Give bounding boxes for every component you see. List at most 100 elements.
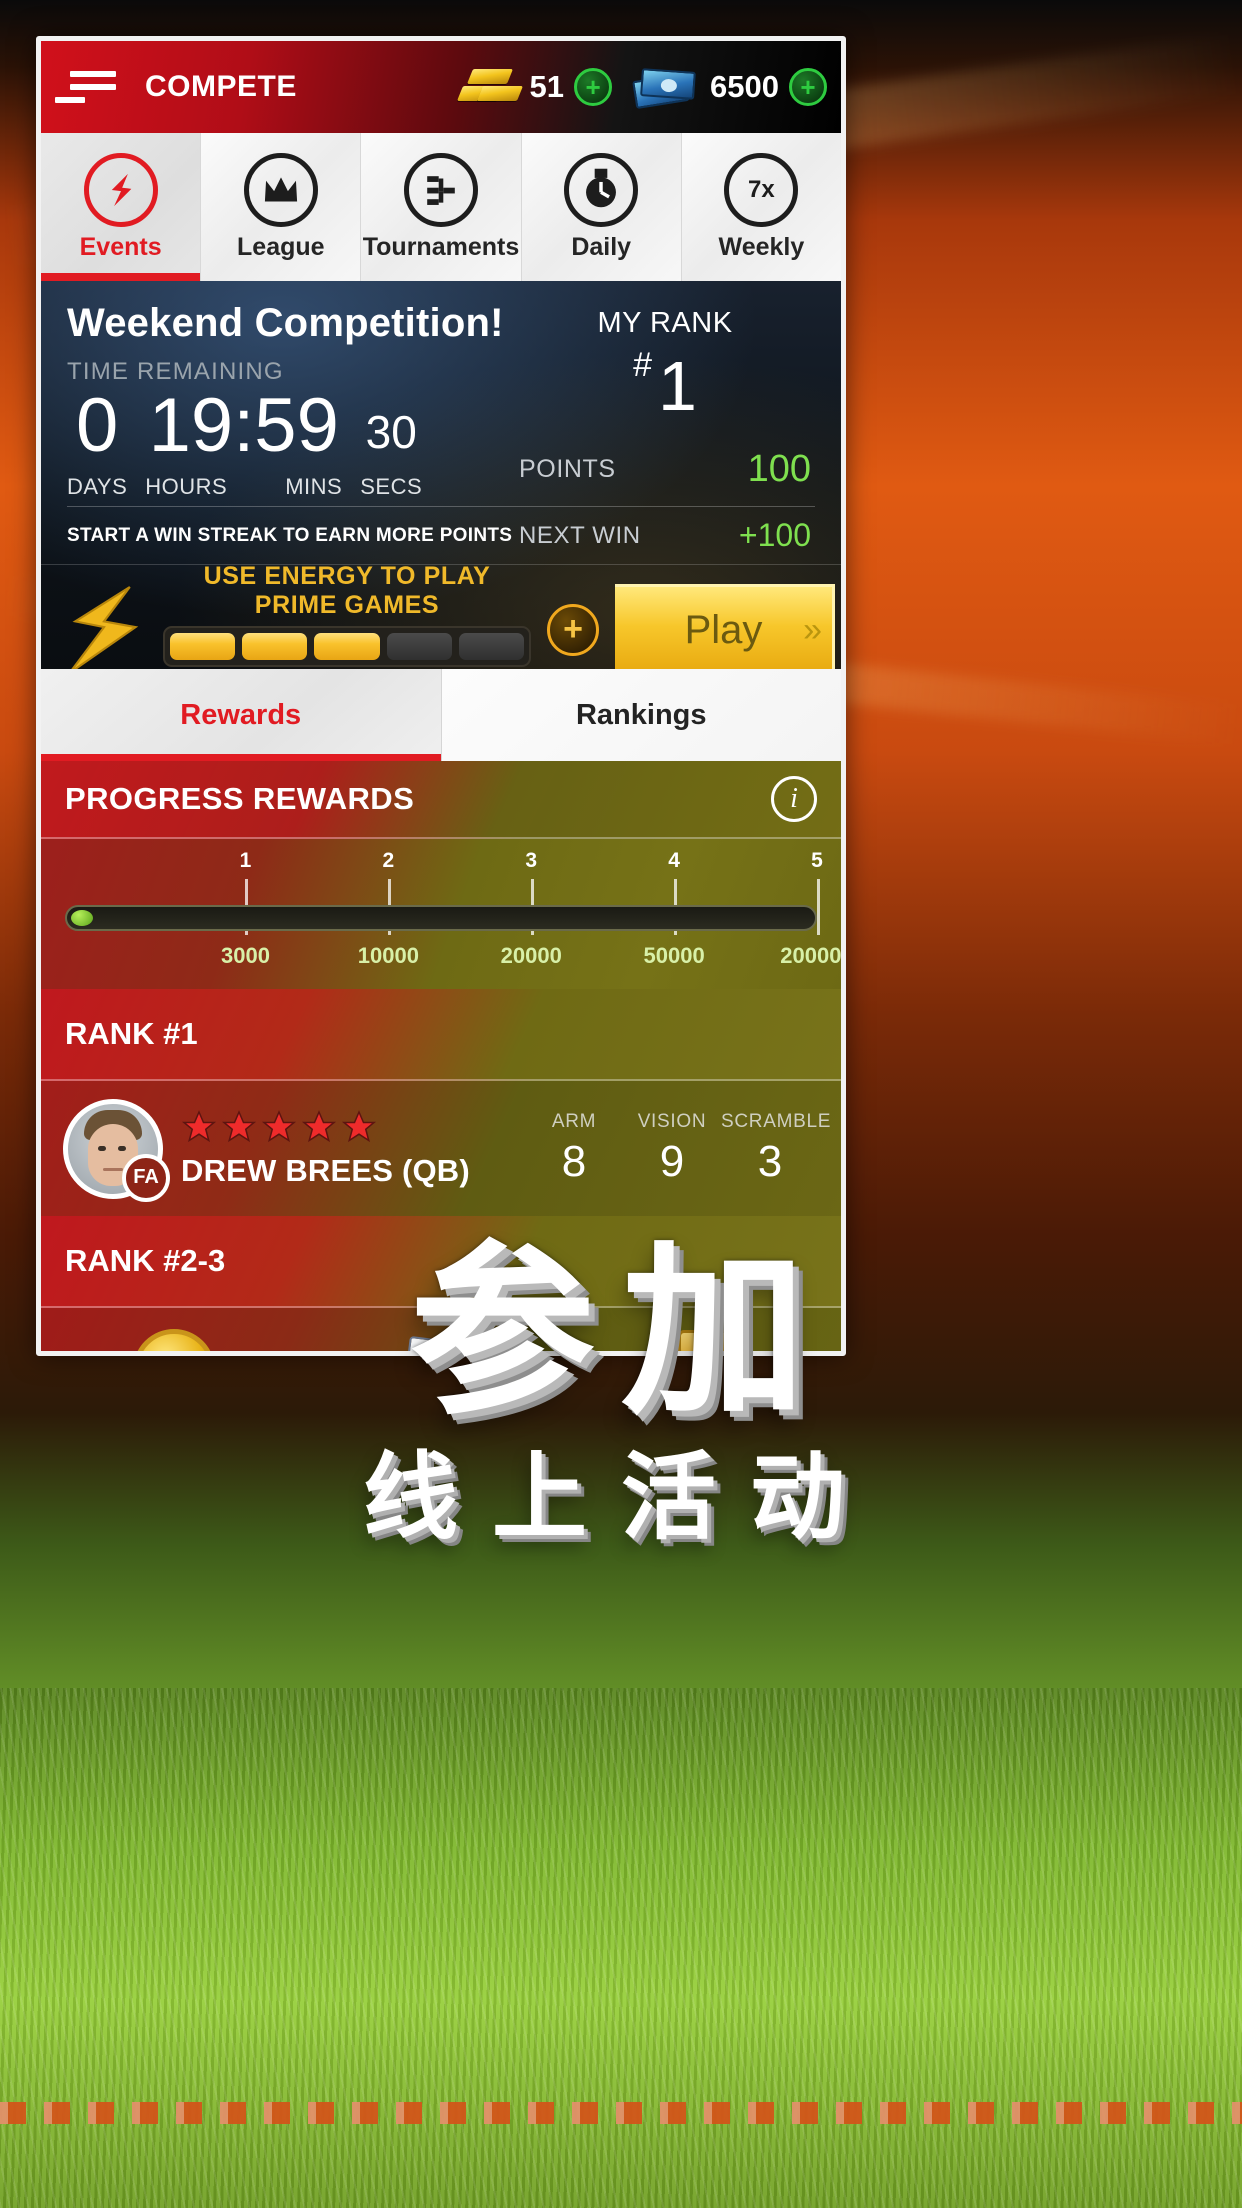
star-icon <box>152 1348 196 1356</box>
hamburger-menu-icon[interactable] <box>55 71 131 103</box>
player-reward-row[interactable]: FA DREW BREES (QB) ARM 8 VISION 9 SCRAMB… <box>41 1081 841 1216</box>
progress-track[interactable] <box>65 905 817 931</box>
tab-weekly[interactable]: 7x Weekly <box>681 133 841 281</box>
app-header: COMPETE 51 + 6500 + <box>41 41 841 133</box>
countdown-days-label: DAYS <box>67 474 128 499</box>
countdown-days-value: 0 <box>76 383 119 468</box>
progress-knob <box>71 910 93 926</box>
gold-value: 51 <box>529 69 565 104</box>
main-nav-tabs: Events League Tournaments Daily 7x Weekl… <box>41 133 841 281</box>
my-rank-label: MY RANK <box>597 307 733 339</box>
reward-item-tickets[interactable]: 10x Prime Games <box>326 1326 556 1351</box>
tier-value: 50000 <box>643 943 705 968</box>
energy-pips[interactable] <box>163 625 531 667</box>
gold-currency[interactable]: 51 <box>456 67 565 107</box>
energy-pip <box>458 632 525 660</box>
progress-track-body: 1 2 3 4 5 3000 10000 20000 50000 200000 <box>41 839 841 989</box>
countdown-days: 0 DAYS <box>67 388 127 500</box>
next-win-row: NEXT WIN +100 <box>515 517 815 554</box>
gold-bars-icon <box>456 67 523 107</box>
info-icon[interactable]: i <box>771 776 817 822</box>
star-icon <box>301 1109 337 1142</box>
subtab-rewards[interactable]: Rewards <box>41 669 442 761</box>
grass-background <box>0 1688 1242 2208</box>
reward-sub-tabs: Rewards Rankings <box>41 669 841 761</box>
play-chevron-icon: » <box>803 610 822 649</box>
rank-number: 1 <box>657 347 697 425</box>
next-win-label: NEXT WIN <box>519 521 641 549</box>
next-win-value: +100 <box>738 517 811 553</box>
stat-scramble-value: 3 <box>757 1136 783 1186</box>
cash-stack-icon <box>632 66 700 110</box>
event-info: Weekend Competition! TIME REMAINING 0 DA… <box>67 301 515 500</box>
energy-bolt-icon <box>68 586 139 674</box>
weekly-badge-text: 7x <box>748 175 775 203</box>
rank-panel: MY RANK #1 POINTS 100 <box>515 301 815 500</box>
stat-vision-value: 9 <box>659 1136 685 1186</box>
tab-league[interactable]: League <box>201 133 362 281</box>
currency-group: 51 + 6500 + <box>456 66 841 110</box>
ticket-icon <box>381 1332 501 1351</box>
countdown-secs-label: SECS <box>360 474 423 499</box>
progress-tier-values: 3000 10000 20000 50000 200000 <box>65 943 841 973</box>
tab-daily-label: Daily <box>571 232 632 261</box>
tier-label: 3 <box>525 849 538 872</box>
event-title: Weekend Competition! <box>67 301 504 345</box>
star-icon <box>341 1109 377 1142</box>
tab-daily[interactable]: Daily <box>521 133 682 281</box>
tab-events-label: Events <box>79 232 162 261</box>
tier-value: 10000 <box>357 943 419 968</box>
reward-items-strip: Player Coin 10x Prime Games 1x #1 Draft … <box>41 1308 841 1356</box>
rank-hash: # <box>633 346 652 384</box>
crown-icon <box>243 152 318 227</box>
rank-section-header-2: RANK #2-3 <box>41 1216 841 1308</box>
player-info: DREW BREES (QB) <box>181 1109 507 1189</box>
bracket-icon <box>404 152 478 227</box>
star-icon <box>221 1109 257 1142</box>
tab-league-label: League <box>237 232 325 261</box>
energy-pip <box>314 632 380 660</box>
tab-events[interactable]: Events <box>41 133 202 281</box>
my-rank-value-wrap: #1 <box>515 346 815 426</box>
energy-pip <box>242 632 308 660</box>
reward-item-coin[interactable]: Player Coin <box>59 1326 289 1356</box>
tab-tournaments-label: Tournaments <box>362 232 520 261</box>
cash-currency[interactable]: 6500 <box>632 66 779 110</box>
add-energy-button[interactable]: + <box>547 604 599 656</box>
stat-vision: VISION 9 <box>623 1111 721 1187</box>
rewards-list: PROGRESS REWARDS i 1 2 3 4 5 3000 10000 … <box>41 761 841 1356</box>
energy-pip <box>170 632 236 660</box>
points-row: POINTS 100 <box>515 448 815 491</box>
coin-art <box>59 1326 289 1356</box>
trophy-icon <box>660 1328 756 1351</box>
play-button[interactable]: Play » <box>615 584 835 676</box>
reward-item-draft-pick[interactable]: 1x #1 Draft Pick <box>593 1326 823 1351</box>
stat-scramble-label: SCRAMBLE <box>721 1110 832 1132</box>
phone-screen: COMPETE 51 + 6500 + Events League Tourna… <box>36 36 846 1356</box>
decorative-chain <box>0 2102 1242 2124</box>
star-icon <box>181 1109 217 1142</box>
energy-strip: USE ENERGY TO PLAY PRIME GAMES MORE IN 1… <box>41 562 841 699</box>
stat-vision-label: VISION <box>637 1110 707 1132</box>
stat-arm: ARM 8 <box>525 1111 623 1187</box>
countdown-secs-value: 30 <box>365 406 417 458</box>
points-value: 100 <box>747 448 811 490</box>
tier-value: 20000 <box>500 943 562 968</box>
energy-pip <box>386 632 452 660</box>
event-banner: Weekend Competition! TIME REMAINING 0 DA… <box>41 281 841 699</box>
subtab-rewards-label: Rewards <box>180 698 302 731</box>
progress-tier-labels: 1 2 3 4 5 <box>65 849 823 879</box>
time-remaining-label: TIME REMAINING <box>67 358 284 385</box>
add-cash-button[interactable]: + <box>789 68 827 106</box>
player-name: DREW BREES (QB) <box>181 1152 470 1188</box>
countdown-hours-label: HOURS <box>145 474 228 499</box>
promo-line-2: 线上活动 <box>362 1443 879 1553</box>
rank-section-header-1: RANK #1 <box>41 989 841 1081</box>
trophy-art: 1x <box>593 1326 823 1351</box>
streak-row: START A WIN STREAK TO EARN MORE POINTS N… <box>41 507 841 554</box>
ticket-art: 10x <box>326 1326 556 1351</box>
subtab-rankings[interactable]: Rankings <box>441 669 841 761</box>
tab-tournaments[interactable]: Tournaments <box>361 133 522 281</box>
add-gold-button[interactable]: + <box>574 68 613 106</box>
streak-text: START A WIN STREAK TO EARN MORE POINTS <box>67 524 513 546</box>
